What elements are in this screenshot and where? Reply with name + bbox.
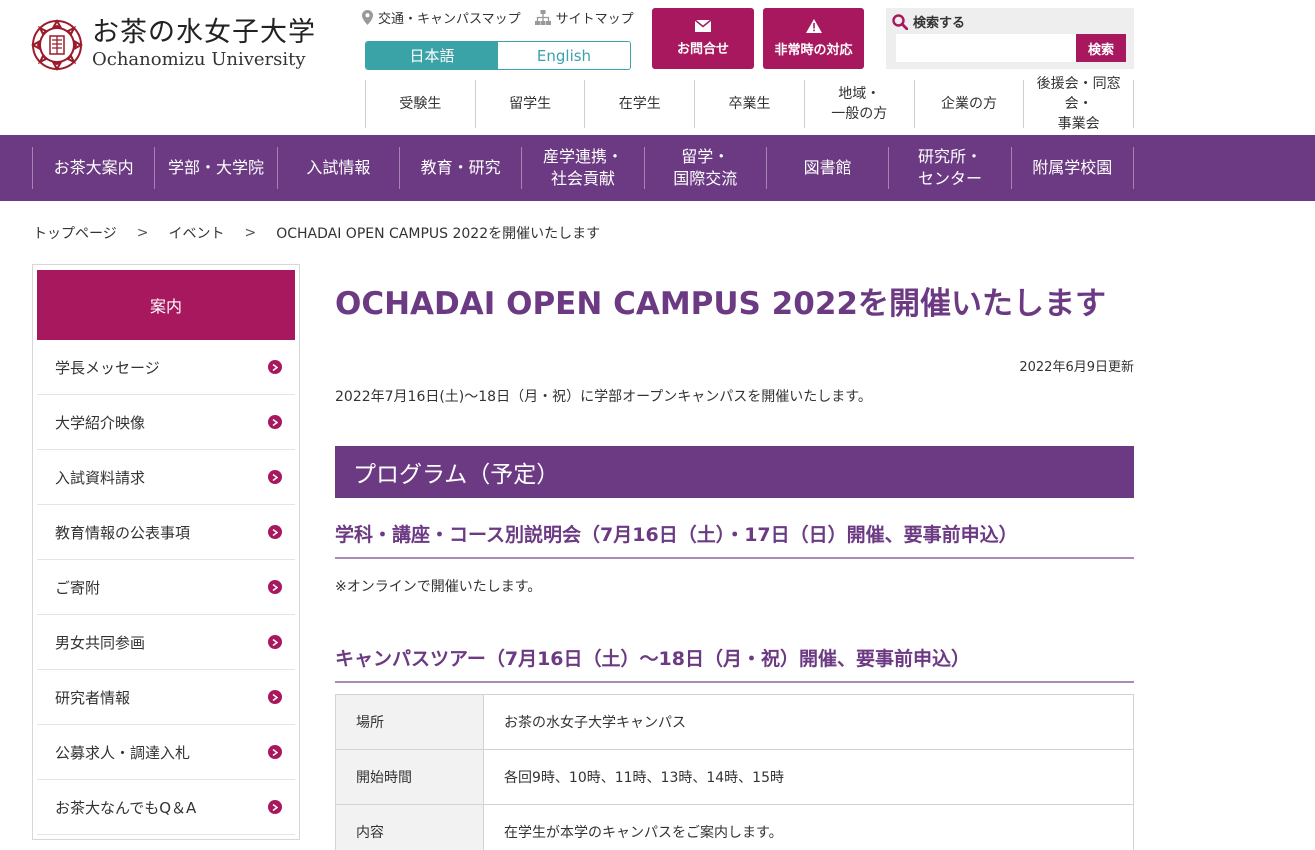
gnav-international[interactable]: 留学・ 国際交流 [645, 147, 767, 189]
logo-japanese-name: お茶の水女子大学 [92, 17, 316, 48]
table-row: 場所 お茶の水女子大学キャンパス [335, 694, 1134, 750]
sidebar-item-donation[interactable]: ご寄附 [37, 560, 295, 615]
audience-prospective-students[interactable]: 受験生 [366, 80, 476, 128]
sidebar-item-admission-materials[interactable]: 入試資料請求 [37, 450, 295, 505]
audience-alumni[interactable]: 卒業生 [695, 80, 805, 128]
table-row: 開始時間 各回9時、10時、11時、13時、14時、15時 [335, 749, 1134, 805]
chevron-right-icon [268, 690, 282, 704]
breadcrumb-events[interactable]: イベント [168, 223, 224, 243]
breadcrumb-home[interactable]: トップページ [33, 223, 117, 243]
department-briefing-heading: 学科・講座・コース別説明会（7月16日（土）・17日（日）開催、要事前申込） [335, 520, 1134, 559]
sitemap-icon [534, 10, 551, 25]
table-row-value: 各回9時、10時、11時、13時、14時、15時 [483, 749, 1134, 805]
sidebar-heading: 案内 [37, 270, 295, 340]
breadcrumb: トップページ > イベント > OCHADAI OPEN CAMPUS 2022… [33, 223, 600, 243]
breadcrumb-separator: > [244, 225, 257, 241]
university-logo[interactable]: お茶の水女子大学 Ochanomizu University [30, 14, 320, 76]
chevron-right-icon [268, 745, 282, 759]
table-row-value: お茶の水女子大学キャンパス [483, 694, 1134, 750]
sitemap-link[interactable]: サイトマップ [534, 8, 634, 27]
sidebar-item-president-message[interactable]: 学長メッセージ [37, 340, 295, 395]
lang-english-button[interactable]: English [498, 42, 630, 69]
search-box: 検索する 検索 [886, 8, 1134, 69]
sidebar-item-label: 研究者情報 [55, 688, 131, 707]
chevron-right-icon [268, 580, 282, 594]
audience-current-students[interactable]: 在学生 [585, 80, 696, 128]
sidebar-item-gender-equality[interactable]: 男女共同参画 [37, 615, 295, 670]
breadcrumb-current: OCHADAI OPEN CAMPUS 2022を開催いたします [276, 226, 601, 242]
intro-text: 2022年7月16日(土)～18日（月・祝）に学部オープンキャンパスを開催いたし… [335, 389, 872, 405]
audience-community[interactable]: 地域・ 一般の方 [805, 80, 915, 128]
table-row: 内容 在学生が本学のキャンパスをご案内します。 [335, 804, 1134, 850]
university-emblem-icon [30, 18, 84, 72]
map-pin-icon [362, 10, 373, 25]
sidebar-item-recruitment-procurement[interactable]: 公募求人・調達入札 [37, 725, 295, 780]
search-icon [892, 13, 908, 30]
chevron-right-icon [268, 525, 282, 539]
sidebar-item-intro-video[interactable]: 大学紹介映像 [37, 395, 295, 450]
online-note: ※オンラインで開催いたします。 [335, 579, 542, 595]
chevron-right-icon [268, 470, 282, 484]
sidebar-item-label: 入試資料請求 [55, 468, 146, 487]
page-title: OCHADAI OPEN CAMPUS 2022を開催いたします [335, 286, 1106, 322]
emergency-label: 非常時の対応 [774, 43, 853, 58]
sidebar-item-education-info[interactable]: 教育情報の公表事項 [37, 505, 295, 560]
updated-date: 2022年6月9日更新 [1019, 360, 1134, 375]
table-row-label: 場所 [335, 694, 484, 750]
audience-nav: 受験生 留学生 在学生 卒業生 地域・ 一般の方 企業の方 後援会・同窓会・ 事… [365, 76, 1135, 132]
sidebar-item-label: お茶大なんでもQ＆A [55, 798, 197, 817]
table-row-value: 在学生が本学のキャンパスをご案内します。 [483, 804, 1134, 850]
chevron-right-icon [268, 635, 282, 649]
access-map-link[interactable]: 交通・キャンパスマップ [362, 8, 521, 27]
logo-english-name: Ochanomizu University [92, 49, 306, 70]
search-button[interactable]: 検索 [1076, 34, 1126, 62]
mail-icon [695, 20, 711, 32]
gnav-institutes[interactable]: 研究所・ センター [889, 147, 1012, 189]
audience-international-students[interactable]: 留学生 [476, 80, 586, 128]
gnav-faculties[interactable]: 学部・大学院 [155, 147, 278, 189]
sidebar-item-label: ご寄附 [55, 578, 101, 597]
gnav-admissions[interactable]: 入試情報 [278, 147, 400, 189]
search-input[interactable] [896, 34, 1076, 62]
chevron-right-icon [268, 415, 282, 429]
contact-button[interactable]: お問合せ [652, 8, 754, 69]
site-header: お茶の水女子大学 Ochanomizu University 交通・キャンパスマ… [0, 0, 1315, 135]
sidebar-item-label: 男女共同参画 [55, 633, 146, 652]
program-section-heading: プログラム（予定） [335, 446, 1134, 498]
sidebar-item-label: 大学紹介映像 [55, 413, 146, 432]
campus-tour-heading: キャンパスツアー（7月16日（土）～18日（月・祝）開催、要事前申込） [335, 644, 1134, 683]
sidebar: 案内 学長メッセージ 大学紹介映像 入試資料請求 教育情報の公表事項 ご寄附 男… [32, 264, 300, 840]
chevron-right-icon [268, 800, 282, 814]
sidebar-item-label: 学長メッセージ [55, 358, 160, 377]
search-title: 検索する [892, 12, 965, 31]
gnav-industry-collaboration[interactable]: 産学連携・ 社会貢献 [522, 147, 645, 189]
language-switcher: 日本語 English [365, 41, 631, 70]
utility-links: 交通・キャンパスマップ サイトマップ [362, 8, 634, 27]
table-row-label: 開始時間 [335, 749, 484, 805]
access-map-label: 交通・キャンパスマップ [378, 12, 521, 27]
gnav-about[interactable]: お茶大案内 [33, 147, 156, 189]
sidebar-item-label: 公募求人・調達入札 [55, 743, 191, 762]
sidebar-item-faq[interactable]: お茶大なんでもQ＆A [37, 780, 295, 835]
breadcrumb-separator: > [136, 225, 149, 241]
campus-tour-table: 場所 お茶の水女子大学キャンパス 開始時間 各回9時、10時、11時、13時、1… [335, 694, 1134, 850]
contact-label: お問合せ [676, 42, 729, 57]
gnav-education-research[interactable]: 教育・研究 [400, 147, 523, 189]
gnav-library[interactable]: 図書館 [767, 147, 890, 189]
warning-icon [805, 19, 822, 33]
sitemap-label: サイトマップ [555, 12, 634, 27]
sidebar-item-label: 教育情報の公表事項 [55, 523, 191, 542]
chevron-right-icon [268, 360, 282, 374]
table-row-label: 内容 [335, 804, 484, 850]
lang-japanese-button[interactable]: 日本語 [366, 42, 498, 69]
audience-companies[interactable]: 企業の方 [915, 80, 1025, 128]
audience-supporters[interactable]: 後援会・同窓会・ 事業会 [1024, 76, 1135, 132]
gnav-attached-schools[interactable]: 附属学校園 [1012, 147, 1134, 189]
emergency-button[interactable]: 非常時の対応 [763, 8, 864, 69]
search-title-label: 検索する [913, 16, 966, 31]
global-nav: お茶大案内 学部・大学院 入試情報 教育・研究 産学連携・ 社会貢献 留学・ 国… [0, 135, 1315, 201]
sidebar-item-researchers[interactable]: 研究者情報 [37, 670, 295, 725]
